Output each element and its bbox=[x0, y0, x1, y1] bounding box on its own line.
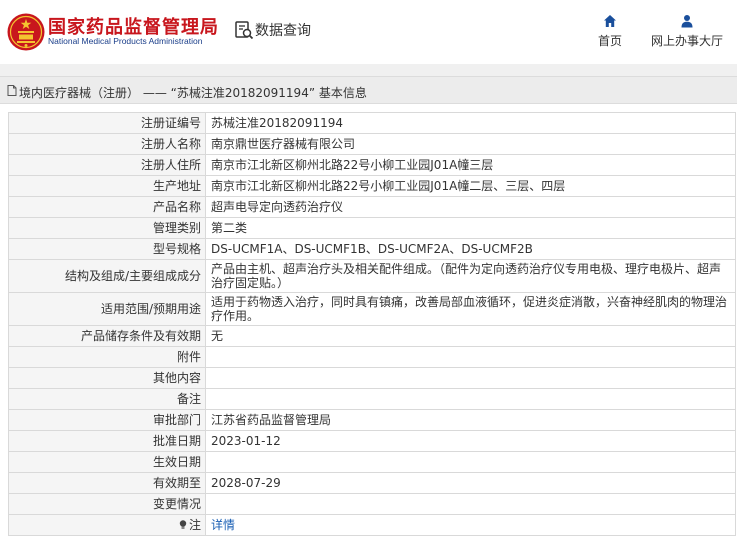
row-value: 南京鼎世医疗器械有限公司 bbox=[205, 133, 736, 155]
row-key: 附件 bbox=[8, 346, 206, 368]
row-value bbox=[205, 346, 736, 368]
row-key: 变更情况 bbox=[8, 493, 206, 515]
row-key: 产品名称 bbox=[8, 196, 206, 218]
row-value: 2028-07-29 bbox=[205, 472, 736, 494]
row-key: 有效期至 bbox=[8, 472, 206, 494]
data-query-icon[interactable] bbox=[234, 20, 254, 40]
table-row: 管理类别 第二类 bbox=[8, 217, 736, 239]
nmpa-emblem-logo[interactable] bbox=[6, 12, 46, 52]
row-key: 结构及组成/主要组成成分 bbox=[8, 259, 206, 293]
row-key: 注册人住所 bbox=[8, 154, 206, 176]
table-row: 生产地址 南京市江北新区柳州北路22号小柳工业园J01A幢二层、三层、四层 bbox=[8, 175, 736, 197]
row-value: 江苏省药品监督管理局 bbox=[205, 409, 736, 431]
row-key: 批准日期 bbox=[8, 430, 206, 452]
row-value bbox=[205, 493, 736, 515]
site-title-english[interactable]: National Medical Products Administration bbox=[48, 36, 203, 46]
breadcrumb: 境内医疗器械（注册） —— “苏械注准20182091194” 基本信息 bbox=[0, 76, 737, 104]
row-key: 型号规格 bbox=[8, 238, 206, 260]
row-value: 南京市江北新区柳州北路22号小柳工业园J01A幢三层 bbox=[205, 154, 736, 176]
table-row: 结构及组成/主要组成成分 产品由主机、超声治疗头及相关配件组成。（配件为定向透药治… bbox=[8, 259, 736, 293]
table-row: 产品名称 超声电导定向透药治疗仪 bbox=[8, 196, 736, 218]
table-row: 产品储存条件及有效期无 bbox=[8, 325, 736, 347]
table-row: 注册证编号 苏械注准20182091194 bbox=[8, 112, 736, 134]
table-row: 型号规格 DS-UCMF1A、DS-UCMF1B、DS-UCMF2A、DS-UCM… bbox=[8, 238, 736, 260]
nav-home-link[interactable]: 首页 bbox=[596, 14, 624, 49]
table-row: 变更情况 bbox=[8, 493, 736, 515]
row-value bbox=[205, 451, 736, 473]
row-key: 产品储存条件及有效期 bbox=[8, 325, 206, 347]
table-row: 备注 bbox=[8, 388, 736, 410]
document-icon bbox=[7, 85, 17, 96]
table-row: 生效日期 bbox=[8, 451, 736, 473]
row-key: 其他内容 bbox=[8, 367, 206, 389]
nav-online-hall-link[interactable]: 网上办事大厅 bbox=[648, 14, 726, 49]
header-divider bbox=[0, 64, 737, 76]
row-key: 审批部门 bbox=[8, 409, 206, 431]
row-key: 注册证编号 bbox=[8, 112, 206, 134]
table-row: 有效期至 2028-07-29 bbox=[8, 472, 736, 494]
row-value bbox=[205, 388, 736, 410]
row-key: 管理类别 bbox=[8, 217, 206, 239]
row-key: 注册人名称 bbox=[8, 133, 206, 155]
row-key: 适用范围/预期用途 bbox=[8, 292, 206, 326]
registration-detail-table: 注册证编号 苏械注准20182091194 注册人名称 南京鼎世医疗器械有限公司 注… bbox=[8, 112, 736, 536]
table-row: 适用范围/预期用途 适用于药物透入治疗，同时具有镇痛，改善局部血液循环，促进炎症消… bbox=[8, 292, 736, 326]
row-key-note: 注 bbox=[8, 514, 206, 536]
row-value: 超声电导定向透药治疗仪 bbox=[205, 196, 736, 218]
note-label: 注 bbox=[188, 518, 201, 532]
row-value: 适用于药物透入治疗，同时具有镇痛，改善局部血液循环，促进炎症消散，兴奋神经肌肉的… bbox=[205, 292, 736, 326]
nav-online-hall-label: 网上办事大厅 bbox=[650, 34, 723, 48]
table-row: 其他内容 bbox=[8, 367, 736, 389]
row-value: 南京市江北新区柳州北路22号小柳工业园J01A幢二层、三层、四层 bbox=[205, 175, 736, 197]
lightbulb-icon bbox=[179, 520, 187, 529]
site-header: 国家药品监督管理局 National Medical Products Admi… bbox=[0, 0, 737, 64]
row-key: 生效日期 bbox=[8, 451, 206, 473]
home-icon bbox=[604, 15, 616, 27]
data-query-link[interactable]: 数据查询 bbox=[255, 20, 311, 40]
row-value: DS-UCMF1A、DS-UCMF1B、DS-UCMF2A、DS-UCMF2B bbox=[205, 238, 736, 260]
nav-home-label: 首页 bbox=[597, 34, 622, 48]
table-row: 注册人住所 南京市江北新区柳州北路22号小柳工业园J01A幢三层 bbox=[8, 154, 736, 176]
row-value: 苏械注准20182091194 bbox=[205, 112, 736, 134]
row-value: 产品由主机、超声治疗头及相关配件组成。（配件为定向透药治疗仪专用电极、理疗电极片… bbox=[205, 259, 736, 293]
user-icon bbox=[681, 15, 693, 28]
breadcrumb-text: 境内医疗器械（注册） —— “苏械注准20182091194” 基本信息 bbox=[19, 86, 367, 100]
row-value: 2023-01-12 bbox=[205, 430, 736, 452]
table-row: 注 详情 bbox=[8, 514, 736, 536]
row-value: 第二类 bbox=[205, 217, 736, 239]
details-link[interactable]: 详情 bbox=[211, 518, 235, 532]
table-row: 审批部门 江苏省药品监督管理局 bbox=[8, 409, 736, 431]
row-key: 生产地址 bbox=[8, 175, 206, 197]
table-row: 批准日期 2023-01-12 bbox=[8, 430, 736, 452]
row-value: 无 bbox=[205, 325, 736, 347]
row-value bbox=[205, 367, 736, 389]
table-row: 附件 bbox=[8, 346, 736, 368]
table-row: 注册人名称 南京鼎世医疗器械有限公司 bbox=[8, 133, 736, 155]
row-value: 详情 bbox=[205, 514, 736, 536]
row-key: 备注 bbox=[8, 388, 206, 410]
